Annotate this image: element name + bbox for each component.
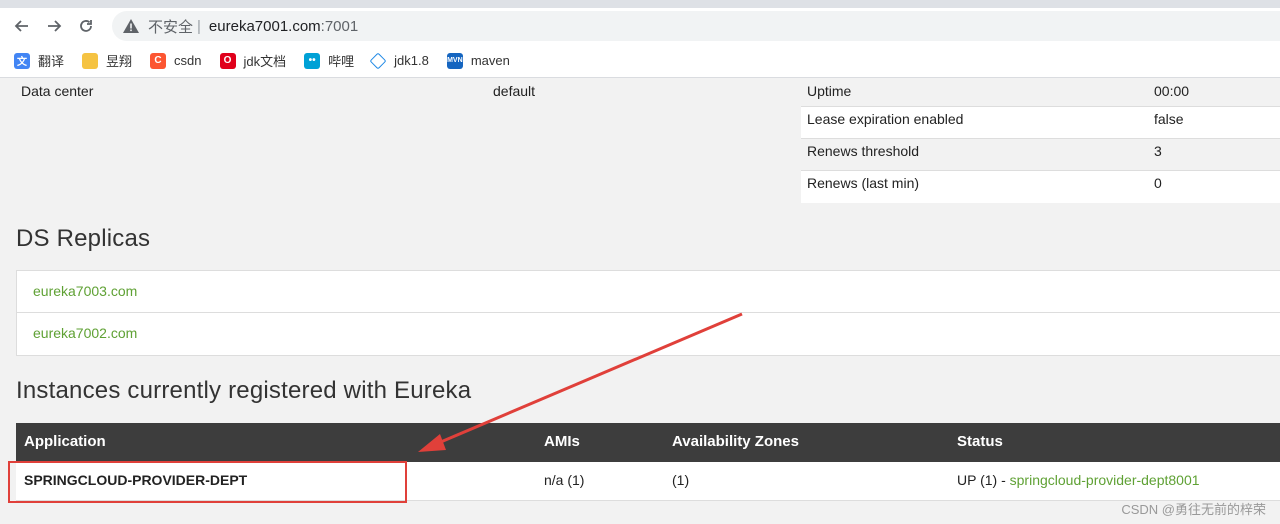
instance-link[interactable]: springcloud-provider-dept8001	[1010, 472, 1200, 488]
instances-heading: Instances currently registered with Eure…	[16, 377, 472, 404]
bookmark-label: jdk文档	[243, 54, 287, 69]
insecure-label: 不安全	[148, 18, 194, 36]
address-port: :7001	[320, 17, 359, 35]
forward-button[interactable]	[38, 10, 70, 42]
data-center-key: Data center	[21, 83, 94, 99]
bookmarks-bar: 文 翻译 昱翔 C csdn O jdk文档 •• 哔哩 jdk1.8 MVN …	[0, 44, 1280, 78]
replica-link[interactable]: eureka7002.com	[33, 325, 137, 341]
annotation-box	[8, 461, 407, 503]
stats-value: 3	[1154, 143, 1162, 159]
data-center-value: default	[493, 83, 536, 99]
column-header-application: Application	[24, 433, 106, 450]
bookmark-yuxiang[interactable]: 昱翔	[82, 51, 132, 70]
stats-key: Renews threshold	[807, 143, 920, 159]
list-item: eureka7003.com	[17, 271, 1280, 313]
stats-key: Lease expiration enabled	[807, 111, 964, 127]
translate-icon: 文	[14, 52, 30, 69]
reload-button[interactable]	[70, 10, 102, 42]
address-separator: |	[197, 17, 201, 35]
warning-icon	[123, 19, 139, 33]
stats-row: Renews (last min) 0	[801, 171, 1280, 203]
eureka-dashboard: Data center default Uptime 00:00 Lease e…	[0, 79, 1280, 524]
bookmark-label: maven	[470, 53, 510, 68]
address-bar[interactable]: 不安全 | eureka7001.com:7001	[112, 11, 1280, 41]
bookmark-label: csdn	[174, 53, 202, 68]
replica-link[interactable]: eureka7003.com	[33, 283, 137, 299]
stats-value: 0	[1154, 175, 1162, 191]
stats-row: Lease expiration enabled false	[801, 107, 1280, 139]
folder-icon	[82, 52, 99, 69]
oracle-icon: O	[219, 52, 236, 69]
column-header-amis: AMIs	[544, 433, 580, 450]
browser-toolbar: 不安全 | eureka7001.com:7001	[0, 8, 1280, 44]
general-info-row: Data center default	[16, 79, 796, 107]
watermark: CSDN @勇往无前的梓荣	[1121, 502, 1266, 517]
csdn-icon: C	[150, 52, 167, 69]
bilibili-icon: ••	[304, 52, 321, 69]
back-button[interactable]	[6, 10, 38, 42]
arrow-left-icon	[14, 20, 28, 32]
maven-icon: MVN	[446, 52, 463, 69]
stats-row: Renews threshold 3	[801, 139, 1280, 171]
status-text: UP (1) -	[957, 472, 1010, 488]
ds-replicas-list: eureka7003.com eureka7002.com	[16, 270, 1280, 356]
reload-icon	[80, 20, 92, 32]
bookmark-label: jdk1.8	[394, 53, 429, 68]
stats-key: Uptime	[807, 83, 852, 99]
zones-value: (1)	[672, 472, 690, 488]
bookmark-bilibili[interactable]: •• 哔哩	[304, 51, 354, 70]
stats-value: false	[1154, 111, 1184, 127]
bookmark-translate[interactable]: 文 翻译	[14, 51, 64, 70]
bookmark-csdn[interactable]: C csdn	[150, 52, 202, 69]
stats-table: Uptime 00:00 Lease expiration enabled fa…	[801, 79, 1280, 203]
tab-strip	[0, 0, 1280, 8]
column-header-zones: Availability Zones	[672, 433, 799, 450]
ds-replicas-heading: DS Replicas	[16, 225, 151, 252]
code-icon	[369, 52, 387, 69]
bookmark-label: 哔哩	[328, 54, 355, 69]
stats-value: 00:00	[1154, 83, 1190, 99]
column-header-status: Status	[957, 433, 1003, 450]
amis-value: n/a (1)	[544, 472, 585, 488]
list-item: eureka7002.com	[17, 313, 1280, 355]
status-cell: UP (1) - springcloud-provider-dept8001	[957, 472, 1200, 488]
address-host: eureka7001.com	[208, 17, 321, 35]
table-header: Application AMIs Availability Zones Stat…	[16, 423, 1280, 462]
stats-key: Renews (last min)	[807, 175, 920, 191]
bookmark-jdk-docs[interactable]: O jdk文档	[219, 51, 287, 70]
bookmark-label: 昱翔	[106, 54, 133, 69]
bookmark-label: 翻译	[38, 54, 65, 69]
bookmark-jdk18[interactable]: jdk1.8	[369, 52, 429, 69]
arrow-right-icon	[48, 20, 62, 32]
stats-row: Uptime 00:00	[801, 79, 1280, 107]
bookmark-maven[interactable]: MVN maven	[446, 52, 510, 69]
